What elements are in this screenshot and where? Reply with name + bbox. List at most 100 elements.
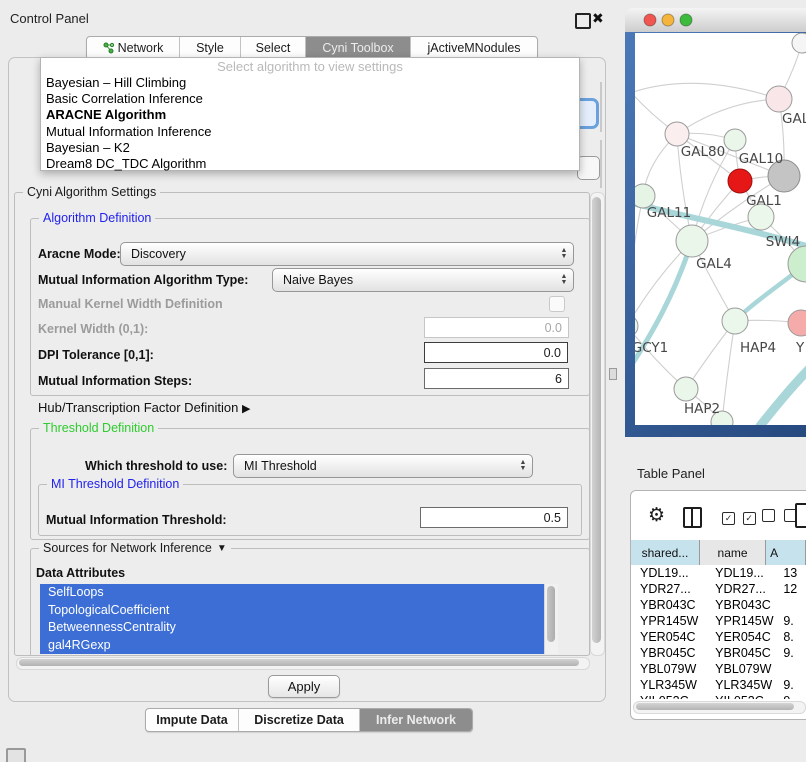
tab-discretize-data[interactable]: Discretize Data xyxy=(238,709,359,731)
float-panel-icon[interactable] xyxy=(575,13,591,29)
list-vertical-scrollbar[interactable] xyxy=(544,584,558,654)
minimized-panel-icon[interactable] xyxy=(6,748,26,762)
export-table-icon[interactable] xyxy=(795,503,806,528)
mi-steps-label: Mutual Information Steps: xyxy=(38,374,192,388)
tab-jactivemnodules[interactable]: jActiveMNodules xyxy=(410,37,537,59)
table-row[interactable]: YER054C YER054C 8. xyxy=(631,629,806,645)
cell-shared-name: YDR27... xyxy=(631,581,706,597)
zoom-window-icon[interactable] xyxy=(680,14,692,26)
hidden-groupbox-edge xyxy=(600,140,602,188)
table-row[interactable]: YDL19... YDL19... 13 xyxy=(631,565,806,581)
close-window-icon[interactable] xyxy=(644,14,656,26)
table-row[interactable]: YDR27... YDR27... 12 xyxy=(631,581,806,597)
table-row[interactable]: YBR043C YBR043C xyxy=(631,597,806,613)
aracne-mode-select[interactable]: Discovery ▲▼ xyxy=(120,242,574,266)
popup-item-mutual-information[interactable]: Mutual Information Inference xyxy=(41,124,579,140)
cell-name: YBR045C xyxy=(706,645,780,661)
which-threshold-select[interactable]: MI Threshold ▲▼ xyxy=(233,454,533,478)
settings-hscroll-thumb[interactable] xyxy=(19,659,579,666)
panel-splitter-handle[interactable] xyxy=(609,368,617,380)
mi-steps-field[interactable]: 6 xyxy=(424,368,569,389)
list-scrollbar-thumb[interactable] xyxy=(547,586,555,642)
node-label: SWI4 xyxy=(766,234,801,250)
node[interactable] xyxy=(792,33,806,53)
node-label: HAP4 xyxy=(740,340,776,356)
minimize-window-icon[interactable] xyxy=(662,14,674,26)
mi-threshold-field[interactable]: 0.5 xyxy=(420,507,568,528)
table-row[interactable]: YLR345W YLR345W 9. xyxy=(631,677,806,693)
node-hap2[interactable] xyxy=(674,377,698,401)
node-gal80[interactable] xyxy=(665,122,689,146)
mi-algorithm-type-value: Naive Bayes xyxy=(273,273,555,287)
list-item-selfloops[interactable]: SelfLoops xyxy=(40,584,545,602)
tab-discretize-data-label: Discretize Data xyxy=(254,713,344,727)
table-horizontal-scrollbar[interactable] xyxy=(633,701,806,714)
column-header-shared-name[interactable]: shared... xyxy=(631,540,700,565)
popup-item-basic-correlation[interactable]: Basic Correlation Inference xyxy=(41,91,579,107)
node-gal10[interactable] xyxy=(724,129,746,151)
select-all-columns-icon[interactable]: ✓ ✓ xyxy=(722,509,756,525)
cell-value: 9 xyxy=(780,693,806,699)
network-window-titlebar[interactable] xyxy=(625,8,806,33)
tab-infer-network[interactable]: Infer Network xyxy=(359,709,472,731)
settings-horizontal-scrollbar[interactable] xyxy=(16,657,590,670)
node-label: GAL1 xyxy=(746,193,782,209)
manual-kernel-width-checkbox[interactable] xyxy=(549,296,565,312)
list-item-gal4rgexp[interactable]: gal4RGexp xyxy=(40,637,545,655)
tab-select[interactable]: Select xyxy=(240,37,305,59)
cell-name: YBR043C xyxy=(706,597,780,613)
network-view-canvas[interactable]: GAL GAL80 GAL10 GAL1 GAL11 SWI4 GAL4 GCY… xyxy=(635,33,806,425)
node-selected-red[interactable] xyxy=(728,169,752,193)
control-panel-title: Control Panel xyxy=(10,11,89,26)
cell-shared-name: YPR145W xyxy=(631,613,706,629)
close-panel-icon[interactable]: ✖ xyxy=(592,10,604,27)
cell-name: YLR345W xyxy=(706,677,780,693)
dpi-tolerance-field[interactable]: 0.0 xyxy=(424,342,568,363)
cell-name: YDR27... xyxy=(706,581,780,597)
table-settings-gear-icon[interactable]: ⚙ xyxy=(648,504,665,527)
popup-item-aracne[interactable]: ARACNE Algorithm xyxy=(41,107,579,123)
node-label: GAL10 xyxy=(739,151,783,167)
table-row[interactable]: YIL052C YIL052C 9 xyxy=(631,693,806,699)
node-gal4[interactable] xyxy=(676,225,708,257)
mi-algorithm-type-label: Mutual Information Algorithm Type: xyxy=(38,273,248,287)
settings-vertical-scrollbar[interactable] xyxy=(590,192,605,656)
table-row[interactable]: YBR045C YBR045C 9. xyxy=(631,645,806,661)
window-traffic-lights xyxy=(643,13,697,27)
popup-item-dream8[interactable]: Dream8 DC_TDC Algorithm xyxy=(41,156,579,172)
screen: Control Panel ✖ Network Style Select Cyn… xyxy=(0,0,806,762)
popup-item-bayesian-hill-climbing[interactable]: Bayesian – Hill Climbing xyxy=(41,75,579,91)
popup-item-bayesian-k2[interactable]: Bayesian – K2 xyxy=(41,140,579,156)
settings-vscroll-thumb[interactable] xyxy=(592,197,601,643)
list-item-topologicalcoefficient[interactable]: TopologicalCoefficient xyxy=(40,602,545,620)
mi-algorithm-type-select[interactable]: Naive Bayes ▲▼ xyxy=(272,268,574,292)
tab-cyni-toolbox[interactable]: Cyni Toolbox xyxy=(305,37,410,59)
sources-group-header[interactable]: Sources for Network Inference ▼ xyxy=(39,541,231,555)
column-header-name[interactable]: name xyxy=(700,540,766,565)
table-row[interactable]: YBL079W YBL079W xyxy=(631,661,806,677)
table-panel-title: Table Panel xyxy=(637,466,705,481)
list-item-betweennesscentrality[interactable]: BetweennessCentrality xyxy=(40,619,545,637)
node-gcy1[interactable] xyxy=(635,315,638,337)
hidden-groupbox-edge xyxy=(600,82,602,132)
kernel-width-field[interactable]: 0.0 xyxy=(424,317,569,338)
apply-button[interactable]: Apply xyxy=(268,675,340,698)
column-header-partial[interactable]: A xyxy=(766,540,806,565)
table-row[interactable]: YPR145W YPR145W 9. xyxy=(631,613,806,629)
node[interactable] xyxy=(766,86,792,112)
cell-shared-name: YBL079W xyxy=(631,661,706,677)
sources-group-title: Sources for Network Inference xyxy=(43,541,212,555)
node-label: GAL4 xyxy=(696,256,732,272)
tab-impute-data[interactable]: Impute Data xyxy=(146,709,238,731)
deselect-all-columns-icon[interactable] xyxy=(762,509,797,525)
node-hap4[interactable] xyxy=(722,308,748,334)
tab-style[interactable]: Style xyxy=(179,37,240,59)
show-columns-icon[interactable] xyxy=(683,507,702,528)
hub-tf-definition-toggle[interactable]: Hub/Transcription Factor Definition ▶ xyxy=(38,400,250,415)
network-icon xyxy=(103,42,114,54)
stepper-arrows-icon: ▲▼ xyxy=(555,248,573,260)
table-hscroll-thumb[interactable] xyxy=(636,703,794,710)
tab-network[interactable]: Network xyxy=(87,37,179,59)
cell-name: YPR145W xyxy=(706,613,780,629)
node-salmon[interactable] xyxy=(788,310,806,336)
